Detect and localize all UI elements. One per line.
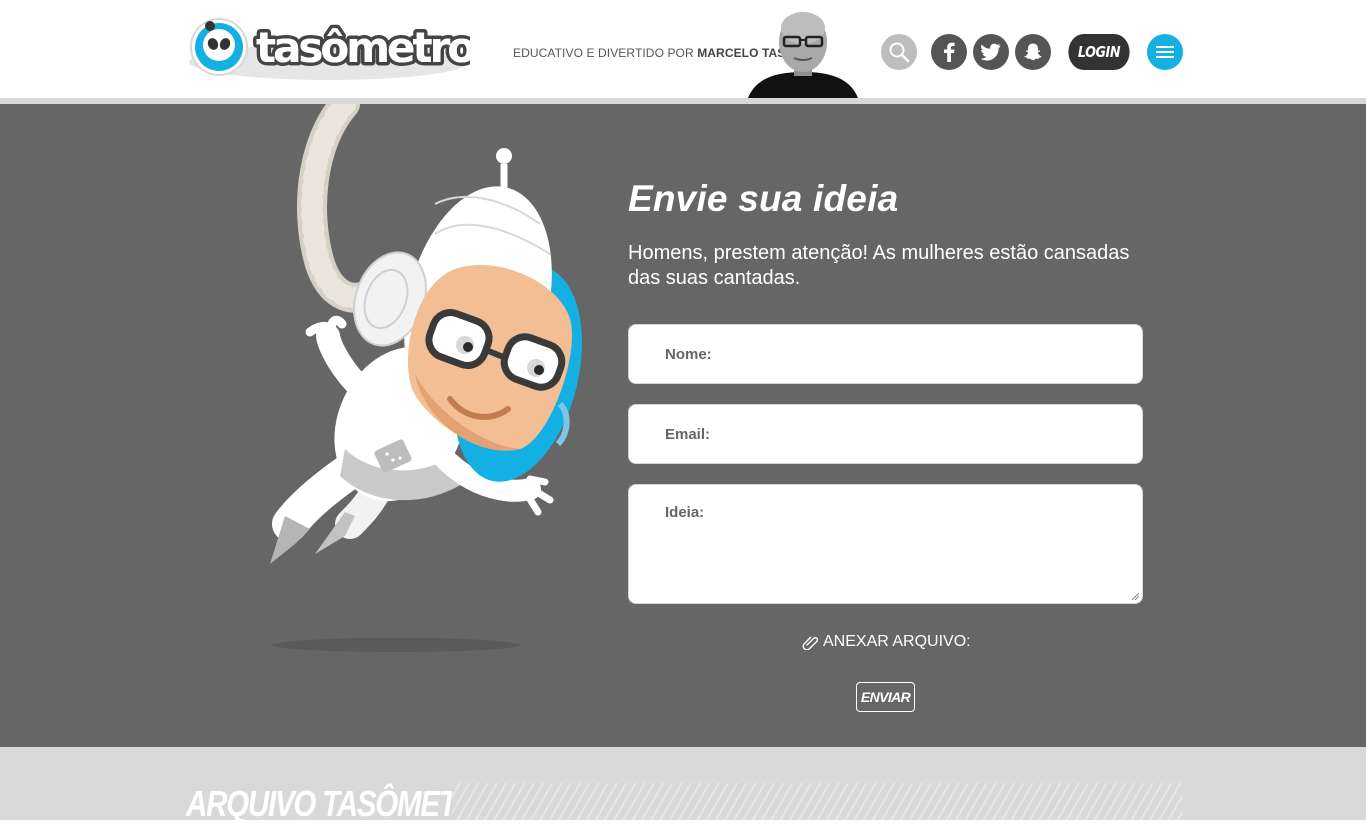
author-avatar xyxy=(748,12,858,98)
name-field[interactable]: Nome: xyxy=(628,324,1143,384)
idea-textarea[interactable]: Ideia: xyxy=(628,484,1143,604)
archive-stripe-divider xyxy=(452,783,1182,820)
byline: EDUCATIVO E DIVERTIDO POR MARCELO TAS xyxy=(513,46,785,60)
name-label: Nome: xyxy=(665,346,712,363)
facebook-icon xyxy=(944,42,955,62)
facebook-button[interactable] xyxy=(931,34,967,70)
idea-form-section: Envie sua ideia Homens, prestem atenção!… xyxy=(0,104,1366,747)
tasometro-logo[interactable]: tasômetro tasômetro xyxy=(188,18,470,80)
twitter-icon xyxy=(981,43,1001,61)
search-icon xyxy=(889,42,910,63)
menu-icon xyxy=(1156,46,1174,58)
snapchat-button[interactable] xyxy=(1015,34,1051,70)
form-subtitle: Homens, prestem atenção! As mulheres est… xyxy=(628,242,1130,289)
menu-button[interactable] xyxy=(1147,34,1183,70)
astronaut-illustration xyxy=(270,104,583,564)
search-button[interactable] xyxy=(881,34,917,70)
email-field[interactable]: Email: xyxy=(628,404,1143,464)
byline-prefix: EDUCATIVO E DIVERTIDO POR xyxy=(513,46,698,60)
archive-section: ARQUIVO TASÔMETRO xyxy=(0,747,1366,824)
form-title: Envie sua ideia xyxy=(628,178,899,219)
paperclip-icon xyxy=(802,636,818,650)
resize-handle-icon[interactable] xyxy=(1131,592,1139,600)
archive-title: ARQUIVO TASÔMETRO xyxy=(186,783,499,824)
site-header: tasômetro tasômetro EDUCATIVO E DIVERTID… xyxy=(0,0,1366,98)
attach-label: ANEXAR ARQUIVO: xyxy=(823,633,971,650)
twitter-button[interactable] xyxy=(973,34,1009,70)
send-button[interactable]: ENVIAR xyxy=(856,682,915,712)
email-label: Email: xyxy=(665,426,711,443)
svg-text:tasômetro: tasômetro xyxy=(256,23,470,72)
login-button[interactable]: LOGIN xyxy=(1068,34,1130,70)
idea-label: Ideia: xyxy=(665,504,705,521)
snapchat-icon xyxy=(1024,43,1042,61)
attach-file-button[interactable]: ANEXAR ARQUIVO: xyxy=(802,633,971,651)
